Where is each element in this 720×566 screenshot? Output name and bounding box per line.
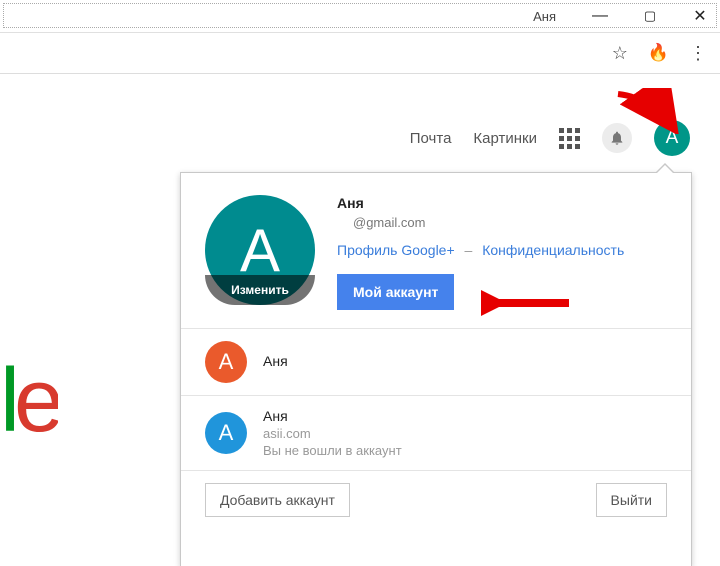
other-account-avatar: А (205, 412, 247, 454)
google-plus-profile-link[interactable]: Профиль Google+ (337, 242, 455, 258)
window-close-button[interactable]: ✕ (690, 6, 710, 26)
notifications-bell-icon[interactable] (602, 123, 632, 153)
my-account-button[interactable]: Мой аккаунт (337, 274, 454, 310)
account-popup-footer: Добавить аккаунт Выйти (181, 471, 691, 521)
gmail-link[interactable]: Почта (410, 130, 452, 147)
extension-fire-icon[interactable]: 🔥 (648, 43, 669, 63)
account-popup-header: А Изменить Аня @gmail.com Профиль Google… (181, 173, 691, 329)
browser-toolbar: ☆ 🔥 ⋮ (0, 32, 720, 74)
images-link[interactable]: Картинки (473, 130, 537, 147)
other-account-sub: asii.com (263, 426, 402, 441)
window-title-bar: Аня — ▢ ✕ (0, 0, 720, 32)
avatar-edit-label[interactable]: Изменить (205, 275, 315, 305)
window-title: Аня (533, 9, 556, 24)
bookmark-star-icon[interactable]: ☆ (612, 43, 628, 64)
add-account-button[interactable]: Добавить аккаунт (205, 483, 350, 517)
account-large-avatar[interactable]: А Изменить (205, 195, 315, 305)
account-popup: А Изменить Аня @gmail.com Профиль Google… (180, 172, 692, 566)
apps-grid-icon[interactable] (559, 128, 580, 149)
other-account-name: Аня (263, 408, 402, 424)
other-account-name: Аня (263, 353, 288, 369)
other-account-row[interactable]: А Аня (181, 329, 691, 396)
account-email: @gmail.com (353, 215, 667, 230)
other-account-avatar: А (205, 341, 247, 383)
google-header: Почта Картинки А (410, 120, 690, 156)
account-name: Аня (337, 195, 667, 211)
window-maximize-button[interactable]: ▢ (640, 8, 660, 24)
account-links: Профиль Google+ – Конфиденциальность (337, 242, 667, 258)
google-logo-fragment: le (0, 350, 58, 453)
sign-out-button[interactable]: Выйти (596, 483, 667, 517)
other-account-note: Вы не вошли в аккаунт (263, 443, 402, 458)
privacy-link[interactable]: Конфиденциальность (482, 242, 624, 258)
other-account-row[interactable]: А Аня asii.com Вы не вошли в аккаунт (181, 396, 691, 471)
account-avatar-button[interactable]: А (654, 120, 690, 156)
browser-menu-icon[interactable]: ⋮ (689, 43, 706, 64)
window-minimize-button[interactable]: — (590, 7, 610, 25)
